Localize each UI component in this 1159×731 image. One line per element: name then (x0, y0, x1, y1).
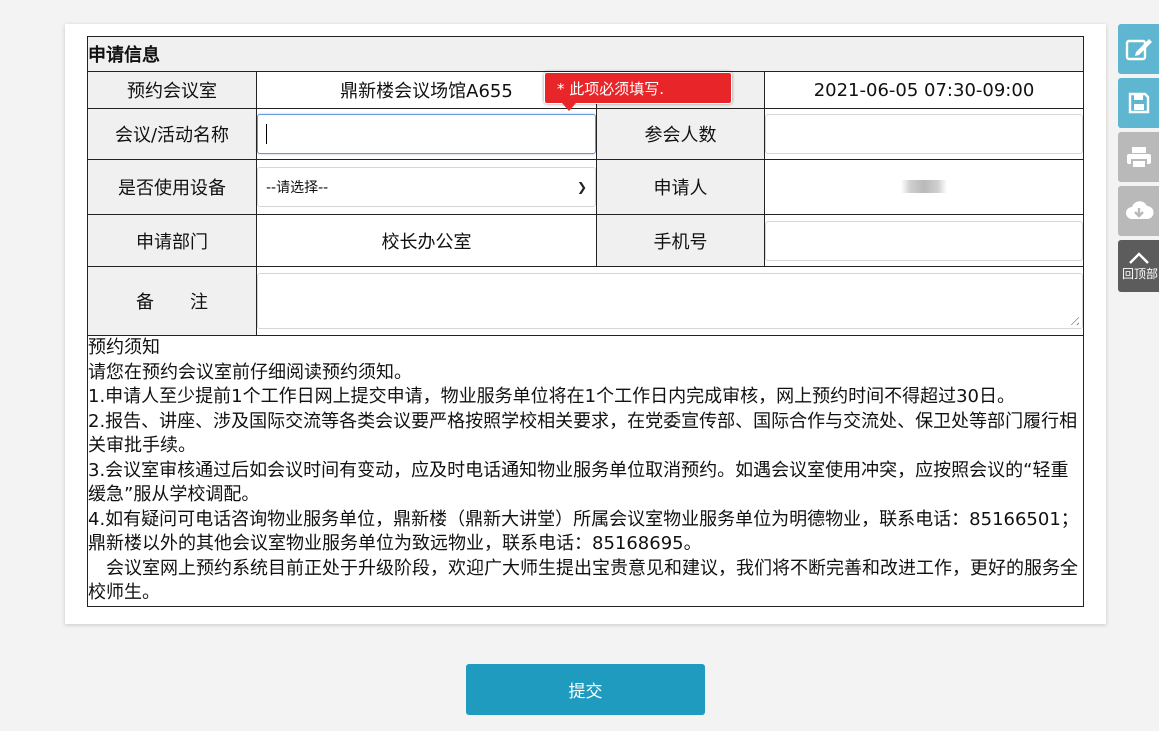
application-form-table: 申请信息 预约会议室 鼎新楼会议场馆A655 预约时间 2021-06-05 0… (87, 36, 1084, 607)
meeting-name-label: 会议/活动名称 (87, 108, 257, 160)
remark-textarea[interactable] (257, 273, 1083, 329)
applicant-label: 申请人 (596, 159, 765, 215)
equipment-label: 是否使用设备 (87, 159, 257, 215)
submit-button[interactable]: 提交 (466, 664, 705, 715)
print-icon (1126, 147, 1151, 169)
remark-label: 备 注 (87, 266, 257, 336)
attendees-input[interactable] (765, 114, 1083, 154)
chevron-down-icon: ❯ (576, 180, 587, 194)
phone-label: 手机号 (596, 214, 765, 267)
notice-item-1: 1.申请人至少提前1个工作日网上提交申请，物业服务单位将在1个工作日内完成审核，… (88, 386, 1015, 407)
back-to-top-button[interactable]: 回顶部 (1118, 240, 1159, 292)
notice-item-4: 4.如有疑问可电话咨询物业服务单位，鼎新楼（鼎新大讲堂）所属会议室物业服务单位为… (88, 508, 1079, 555)
attendees-label: 参会人数 (596, 108, 765, 160)
save-button[interactable] (1118, 78, 1159, 128)
back-to-top-label: 回顶部 (1122, 266, 1159, 281)
tooltip-tail (562, 103, 576, 111)
booking-notice: 预约须知 请您在预约会议室前仔细阅读预约须知。 1.申请人至少提前1个工作日网上… (87, 335, 1084, 607)
department-value: 校长办公室 (256, 214, 597, 267)
time-value: 2021-06-05 07:30-09:00 (764, 71, 1084, 109)
text-caret (266, 124, 267, 144)
resize-grip-icon[interactable] (1067, 313, 1079, 325)
edit-icon (1125, 39, 1152, 61)
cloud-download-icon (1125, 201, 1153, 219)
phone-input[interactable] (765, 220, 1083, 261)
print-button[interactable] (1118, 132, 1159, 182)
form-card: 申请信息 预约会议室 鼎新楼会议场馆A655 预约时间 2021-06-05 0… (65, 24, 1106, 624)
edit-button[interactable] (1118, 24, 1159, 74)
applicant-name-redacted (901, 179, 947, 193)
room-label: 预约会议室 (87, 71, 257, 109)
notice-title: 预约须知 (88, 337, 160, 358)
side-toolbar: 回顶部 (1118, 24, 1159, 296)
chevron-up-icon (1128, 251, 1149, 264)
download-button[interactable] (1118, 186, 1159, 236)
required-field-tooltip: * 此项必须填写. (544, 72, 732, 111)
meeting-name-input[interactable] (257, 114, 596, 154)
equipment-select[interactable]: --请选择-- ❯ (257, 167, 596, 207)
save-icon (1128, 92, 1149, 114)
notice-intro: 请您在预约会议室前仔细阅读预约须知。 (88, 361, 412, 383)
notice-closing: 会议室网上预约系统目前正处于升级阶段，欢迎广大师生提出宝贵意见和建议，我们将不断… (88, 557, 1078, 604)
section-title: 申请信息 (87, 36, 1084, 72)
tooltip-text: * 此项必须填写. (557, 79, 665, 98)
department-label: 申请部门 (87, 214, 257, 267)
notice-item-2: 2.报告、讲座、涉及国际交流等各类会议要严格按照学校相关要求，在党委宣传部、国际… (88, 410, 1078, 457)
notice-item-3: 3.会议室审核通过后如会议时间有变动，应及时电话通知物业服务单位取消预约。如遇会… (88, 459, 1069, 506)
equipment-selected-value: --请选择-- (266, 180, 329, 196)
